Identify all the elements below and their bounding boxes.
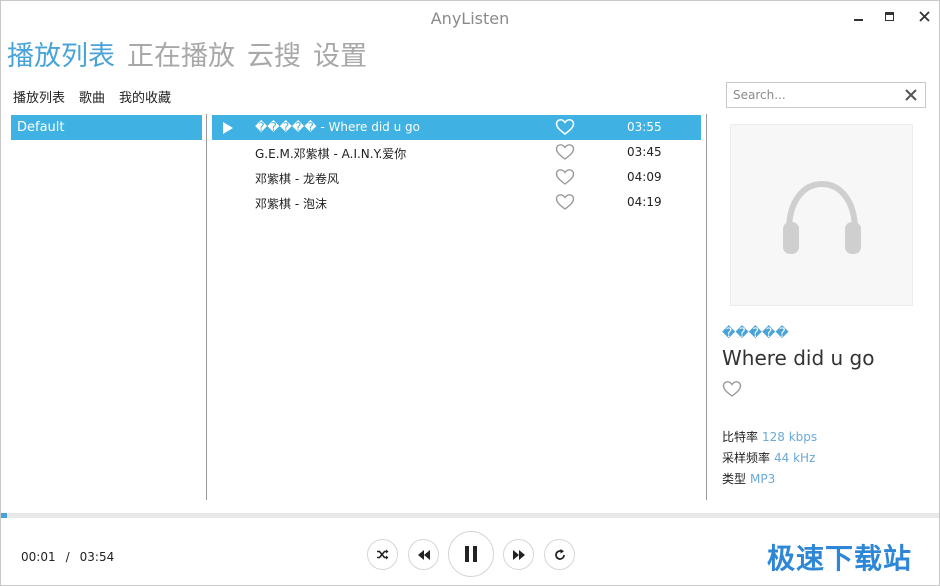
repeat-button[interactable] bbox=[544, 539, 575, 570]
current-time: 00:01 bbox=[21, 550, 56, 564]
maximize-icon bbox=[884, 11, 894, 21]
tab-settings[interactable]: 设置 bbox=[313, 39, 367, 75]
sample-rate-row: 采样频率 44 kHz bbox=[722, 449, 815, 466]
song-duration: 04:19 bbox=[627, 195, 662, 209]
progress-fill bbox=[1, 513, 7, 518]
song-duration: 03:55 bbox=[627, 120, 662, 134]
tab-playlist[interactable]: 播放列表 bbox=[7, 39, 115, 75]
playlist-item-default[interactable]: Default bbox=[11, 115, 202, 140]
previous-button[interactable] bbox=[408, 539, 439, 570]
search-clear-button[interactable] bbox=[902, 85, 920, 105]
tab-now-playing[interactable]: 正在播放 bbox=[127, 39, 235, 75]
time-display: 00:01 / 03:54 bbox=[21, 550, 114, 564]
close-icon bbox=[905, 89, 917, 101]
now-playing-title: Where did u go bbox=[722, 346, 875, 370]
now-playing-artist: ����� bbox=[722, 326, 789, 341]
song-title: 邓紫棋 - 泡沫 bbox=[255, 197, 327, 211]
total-time: 03:54 bbox=[79, 550, 115, 564]
heart-icon[interactable] bbox=[555, 118, 575, 136]
song-row[interactable]: 邓紫棋 - 泡沫 04:19 bbox=[212, 190, 701, 215]
song-title: 邓紫棋 - 龙卷风 bbox=[255, 172, 339, 186]
shuffle-button[interactable] bbox=[367, 539, 398, 570]
heart-icon[interactable] bbox=[555, 193, 575, 211]
album-art bbox=[730, 124, 913, 306]
watermark: 极速下载站 bbox=[767, 542, 913, 575]
search-input[interactable] bbox=[733, 86, 893, 104]
title-bar[interactable]: AnyListen bbox=[1, 1, 939, 35]
bitrate-label: 比特率 bbox=[722, 430, 759, 444]
file-type-value: MP3 bbox=[750, 472, 776, 486]
song-list: ����� - Where did u go 03:55 G.E.M.邓紫棋 -… bbox=[212, 115, 701, 215]
minimize-button[interactable] bbox=[847, 6, 869, 26]
heart-icon[interactable] bbox=[555, 143, 575, 161]
sample-rate-label: 采样频率 bbox=[722, 451, 771, 465]
song-duration: 03:45 bbox=[627, 145, 662, 159]
app-title: AnyListen bbox=[430, 9, 510, 28]
song-row[interactable]: 邓紫棋 - 龙卷风 04:09 bbox=[212, 165, 701, 190]
song-title: G.E.M.邓紫棋 - A.I.N.Y.爱你 bbox=[255, 147, 407, 161]
song-duration: 04:09 bbox=[627, 170, 662, 184]
file-type-row: 类型 MP3 bbox=[722, 470, 775, 487]
pause-icon bbox=[465, 546, 477, 562]
pause-button[interactable] bbox=[448, 531, 494, 577]
repeat-icon bbox=[554, 548, 565, 560]
main-nav: 播放列表 正在播放 云搜 设置 bbox=[7, 39, 367, 75]
subtab-favorites[interactable]: 我的收藏 bbox=[119, 87, 171, 106]
progress-bar[interactable] bbox=[1, 513, 939, 518]
time-separator: / bbox=[65, 550, 70, 564]
close-button[interactable] bbox=[913, 6, 935, 26]
close-icon bbox=[918, 10, 930, 22]
app-window: AnyListen 播放列表 正在播放 云搜 设置 播放列表 歌曲 我的收藏 D… bbox=[0, 0, 940, 586]
divider-right bbox=[706, 114, 707, 500]
tab-cloud-search[interactable]: 云搜 bbox=[247, 39, 301, 75]
next-button[interactable] bbox=[503, 539, 534, 570]
headphones-icon bbox=[782, 180, 861, 254]
sub-nav: 播放列表 歌曲 我的收藏 bbox=[13, 87, 171, 106]
rewind-icon bbox=[417, 549, 430, 560]
file-type-label: 类型 bbox=[722, 472, 747, 486]
sample-rate-value: 44 kHz bbox=[774, 451, 816, 465]
song-row[interactable]: ����� - Where did u go 03:55 bbox=[212, 115, 701, 140]
playlist-panel: Default bbox=[11, 115, 202, 501]
subtab-songs[interactable]: 歌曲 bbox=[79, 87, 105, 106]
shuffle-icon bbox=[377, 549, 389, 560]
subtab-playlists[interactable]: 播放列表 bbox=[13, 87, 65, 106]
song-row[interactable]: G.E.M.邓紫棋 - A.I.N.Y.爱你 03:45 bbox=[212, 140, 701, 165]
bitrate-row: 比特率 128 kbps bbox=[722, 428, 817, 445]
song-title: ����� - Where did u go bbox=[255, 120, 420, 134]
heart-icon[interactable] bbox=[722, 380, 742, 398]
heart-icon[interactable] bbox=[555, 168, 575, 186]
minimize-icon bbox=[853, 19, 863, 21]
playing-indicator-icon bbox=[223, 122, 233, 134]
bitrate-value: 128 kbps bbox=[762, 430, 818, 444]
fast-forward-icon bbox=[512, 549, 525, 560]
search-box bbox=[726, 82, 926, 108]
divider-left bbox=[206, 114, 207, 500]
maximize-button[interactable] bbox=[878, 6, 900, 26]
